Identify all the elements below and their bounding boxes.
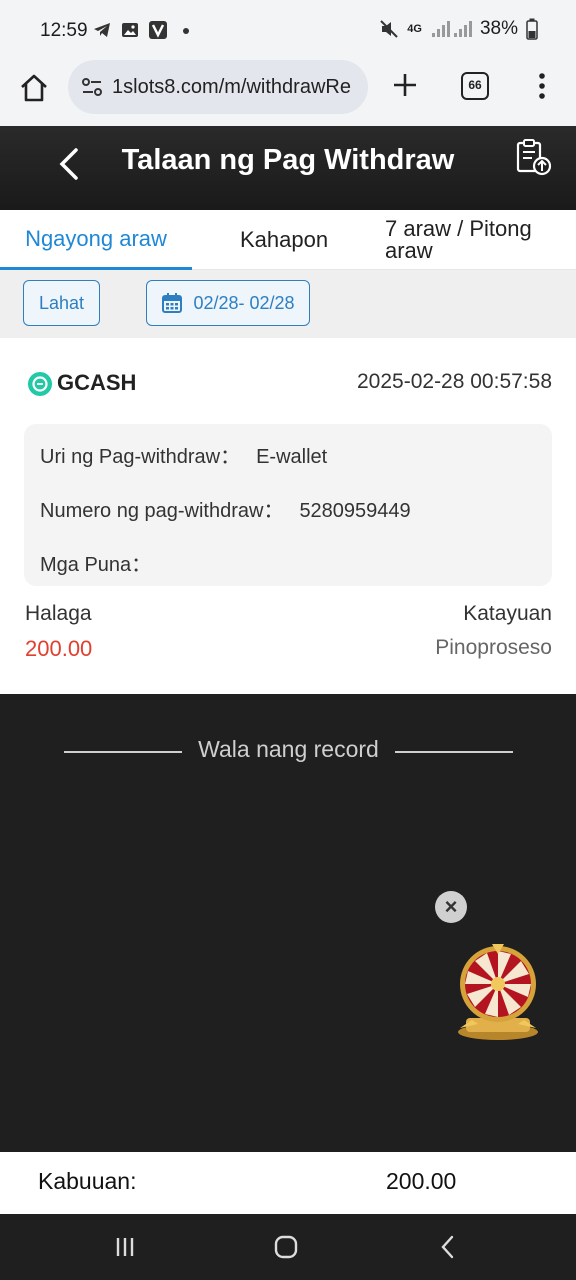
recent-apps-icon[interactable] bbox=[110, 1232, 140, 1262]
v-app-icon bbox=[149, 21, 167, 39]
network-type: 4G bbox=[407, 23, 422, 35]
withdraw-type-value: E-wallet bbox=[256, 446, 328, 468]
site-settings-icon[interactable] bbox=[80, 75, 104, 99]
dot-icon bbox=[183, 28, 189, 34]
divider-right bbox=[395, 751, 513, 753]
remarks-row: Mga Puna： bbox=[40, 548, 167, 577]
url-text: 1slots8.com/m/withdrawRe bbox=[112, 75, 351, 98]
withdraw-type-row: Uri ng Pag-withdraw： E-wallet bbox=[40, 440, 327, 469]
amount-label: Halaga bbox=[25, 602, 92, 625]
calendar-icon bbox=[162, 293, 183, 313]
page-header: Talaan ng Pag Withdraw bbox=[0, 126, 576, 210]
total-value: 200.00 bbox=[386, 1168, 457, 1194]
status-time: 12:59 bbox=[40, 20, 88, 41]
battery-percent: 38% bbox=[479, 18, 518, 39]
withdraw-number-label: Numero ng pag-withdraw： bbox=[40, 500, 284, 522]
no-more-records-text: Wala nang record bbox=[198, 736, 379, 762]
status-notification-icons bbox=[92, 20, 196, 40]
status-system-icons: 4G 38% bbox=[379, 18, 538, 40]
tab-seven-days[interactable]: 7 araw / Pitong araw bbox=[385, 210, 565, 270]
status-label: Katayuan bbox=[463, 602, 552, 625]
remarks-label: Mga Puna： bbox=[40, 554, 152, 576]
more-menu-icon[interactable] bbox=[534, 70, 550, 102]
record-datetime: 2025-02-28 00:57:58 bbox=[357, 370, 552, 393]
home-nav-icon[interactable] bbox=[271, 1232, 301, 1262]
status-value: Pinoproseso bbox=[435, 636, 552, 659]
date-range-button[interactable]: 02/28- 02/28 bbox=[146, 280, 310, 326]
gallery-icon bbox=[122, 23, 138, 37]
page-title: Talaan ng Pag Withdraw bbox=[121, 144, 455, 176]
mute-icon bbox=[380, 20, 398, 38]
payment-method-name: GCASH bbox=[57, 370, 137, 395]
back-nav-icon[interactable] bbox=[433, 1232, 463, 1262]
close-floating-icon[interactable]: × bbox=[435, 891, 467, 923]
amount-value: 200.00 bbox=[25, 636, 93, 661]
date-tabs: Ngayong araw Kahapon 7 araw / Pitong ara… bbox=[0, 210, 576, 270]
tab-switcher-button[interactable]: 66 bbox=[461, 72, 489, 100]
tab-today[interactable]: Ngayong araw bbox=[0, 210, 192, 270]
no-more-records: Wala nang record bbox=[64, 736, 513, 766]
prize-wheel-icon[interactable] bbox=[452, 940, 544, 1042]
home-icon[interactable] bbox=[18, 72, 50, 104]
battery-icon bbox=[526, 18, 538, 40]
telegram-icon bbox=[94, 23, 110, 37]
filter-bar: Lahat 02/28- 02/28 bbox=[0, 270, 576, 338]
clipboard-upload-icon[interactable] bbox=[514, 138, 554, 178]
filter-all-button[interactable]: Lahat bbox=[23, 280, 100, 326]
url-bar[interactable]: 1slots8.com/m/withdrawRe bbox=[68, 60, 368, 114]
withdraw-number-row: Numero ng pag-withdraw： 5280959449 bbox=[40, 494, 411, 523]
status-bar: 12:59 4G 38% bbox=[0, 0, 576, 60]
gcash-logo-icon bbox=[28, 372, 52, 396]
signal-icon bbox=[431, 21, 472, 37]
withdraw-record-card: GCASH 2025-02-28 00:57:58 Uri ng Pag-wit… bbox=[0, 338, 576, 694]
system-nav-bar bbox=[0, 1214, 576, 1280]
total-bar: Kabuuan: 200.00 bbox=[0, 1152, 576, 1214]
date-range-label: 02/28- 02/28 bbox=[193, 292, 295, 313]
total-label: Kabuuan: bbox=[38, 1168, 137, 1194]
browser-toolbar: 1slots8.com/m/withdrawRe 66 bbox=[0, 60, 576, 126]
tab-yesterday[interactable]: Kahapon bbox=[240, 210, 340, 270]
new-tab-icon[interactable] bbox=[390, 70, 420, 100]
withdraw-type-label: Uri ng Pag-withdraw： bbox=[40, 446, 241, 468]
record-details-box: Uri ng Pag-withdraw： E-wallet Numero ng p… bbox=[24, 424, 552, 586]
withdraw-number-value: 5280959449 bbox=[299, 500, 411, 522]
